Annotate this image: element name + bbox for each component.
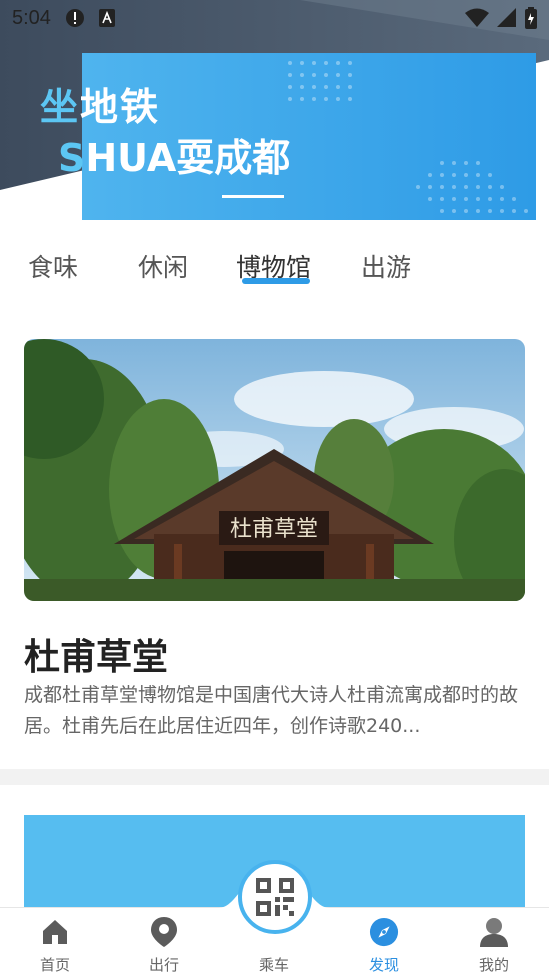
nav-mine-label: 我的 [478,956,509,974]
status-time: 5:04 [12,6,51,29]
nav-discover-label: 发现 [368,956,399,974]
banner-title-line2-rest: HUA耍成都 [85,136,291,180]
card-description: 成都杜甫草堂博物馆是中国唐代大诗人杜甫流寓成都时的故居。杜甫先后在此居住近四年，… [24,684,519,737]
banner-title-line1: 坐地铁 [40,76,160,131]
plaque-text: 杜甫草堂 [230,517,318,542]
active-tab-indicator [242,278,310,284]
scan-ride-button[interactable] [238,860,312,934]
banner-title-line1-rest: 地铁 [80,85,161,129]
qr-code-icon [256,878,294,916]
card-title[interactable]: 杜甫草堂 [24,628,168,680]
nav-travel-label: 出行 [148,956,179,974]
nav-discover[interactable]: 发现 [344,908,424,977]
location-pin-icon [151,917,177,947]
banner-title-line2-first: S [58,136,86,180]
battery-icon [525,7,537,29]
nav-travel[interactable]: 出行 [124,908,204,977]
status-bar: 5:04 [0,0,549,36]
nav-home-label: 首页 [39,956,70,974]
banner-title-line1-first: 坐 [40,85,81,129]
signal-icon [497,8,516,27]
app-notification-icon [98,9,115,27]
alert-icon [65,9,84,27]
home-icon [43,920,67,944]
banner-title-line2: SHUA耍成都 [58,127,290,182]
nav-mine[interactable]: 我的 [454,908,534,977]
section-divider [0,769,549,785]
tab-food[interactable]: 食味 [28,248,78,284]
card-image[interactable]: 杜甫草堂 [24,339,525,601]
wifi-icon [465,8,489,27]
category-tabs: 食味 休闲 博物馆 出游 [0,248,549,298]
user-icon [480,918,508,947]
tab-leisure[interactable]: 休闲 [138,248,188,284]
compass-icon [369,917,399,947]
banner-divider [222,195,284,198]
nav-home[interactable]: 首页 [15,908,95,977]
tab-outing[interactable]: 出游 [361,248,411,284]
nav-ride-label: 乘车 [258,956,289,974]
header-banner: 坐地铁 SHUA耍成都 5:04 [0,0,549,230]
